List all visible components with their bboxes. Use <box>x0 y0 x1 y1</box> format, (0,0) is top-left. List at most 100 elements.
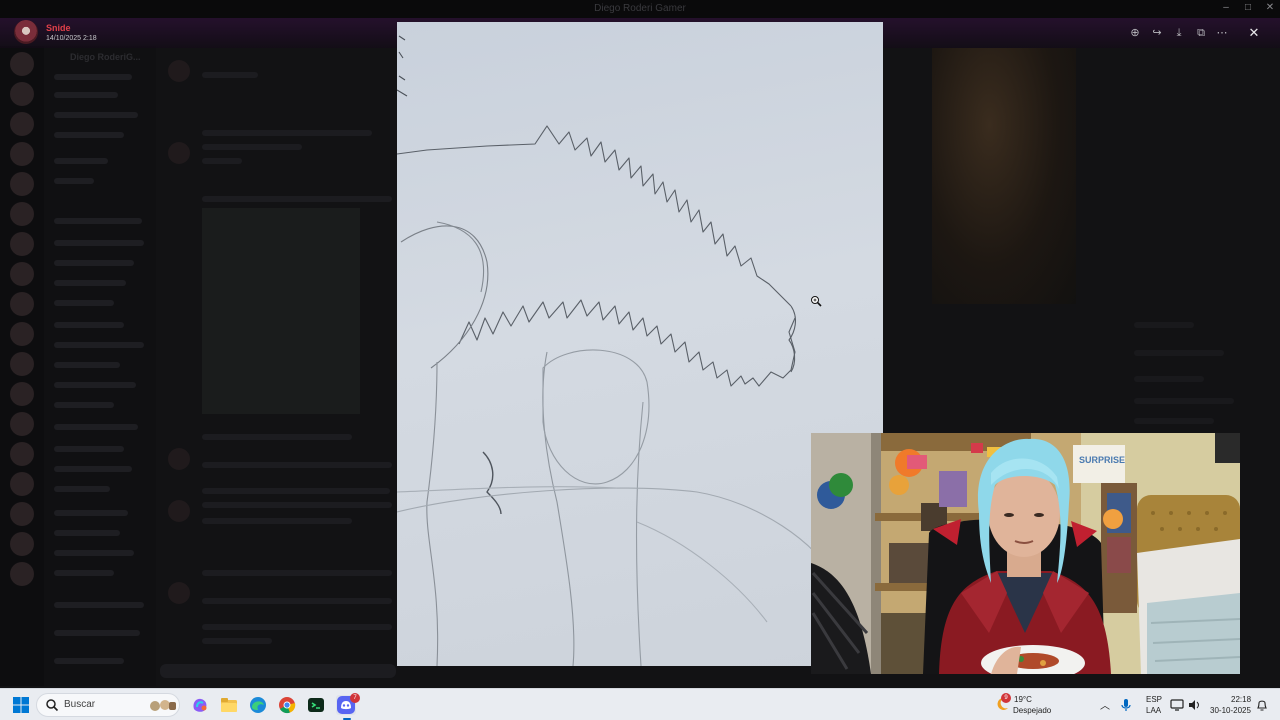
channel-item[interactable] <box>54 322 124 328</box>
terminal-icon[interactable] <box>306 695 326 715</box>
channel-item[interactable] <box>54 260 134 266</box>
open-external-icon[interactable]: ⧉ <box>1191 24 1211 42</box>
maximize-icon[interactable]: □ <box>1238 2 1258 16</box>
language-code[interactable]: ESP <box>1146 695 1162 704</box>
channel-item[interactable] <box>54 300 114 306</box>
file-explorer-icon[interactable] <box>219 695 239 715</box>
server-icon[interactable] <box>10 322 34 346</box>
clock-time[interactable]: 22:18 <box>1231 695 1251 704</box>
chat-message <box>202 598 392 604</box>
channel-item[interactable] <box>54 362 120 368</box>
server-rail <box>0 46 44 686</box>
search-placeholder: Buscar <box>64 699 96 710</box>
window-close-icon[interactable]: ✕ <box>1260 2 1280 16</box>
avatar[interactable] <box>168 142 190 164</box>
zoom-in-icon[interactable]: ⊕ <box>1125 24 1145 42</box>
svg-text:SURPRISE: SURPRISE <box>1079 455 1125 465</box>
member-item[interactable] <box>1134 418 1214 424</box>
weather-description[interactable]: Despejado <box>1013 706 1051 715</box>
download-icon[interactable]: ⤓ <box>1169 24 1189 42</box>
channel-item[interactable] <box>54 240 144 246</box>
channel-item[interactable] <box>54 218 142 224</box>
chat-message <box>202 518 352 524</box>
channel-item[interactable] <box>54 92 118 98</box>
close-icon[interactable]: ✕ <box>1244 23 1264 43</box>
server-icon[interactable] <box>10 202 34 226</box>
chat-message <box>202 570 392 576</box>
server-icon[interactable] <box>10 82 34 106</box>
chat-message <box>202 638 272 644</box>
more-icon[interactable]: ⋯ <box>1212 24 1232 42</box>
forward-icon[interactable]: ↪ <box>1147 24 1167 42</box>
minimize-icon[interactable]: – <box>1216 2 1236 16</box>
message-input[interactable] <box>160 664 396 678</box>
title-bar: Diego Roderi Gamer – □ ✕ <box>0 0 1280 18</box>
server-icon[interactable] <box>10 442 34 466</box>
member-item[interactable] <box>1134 350 1224 356</box>
server-icon[interactable] <box>10 172 34 196</box>
member-item[interactable] <box>1134 322 1194 328</box>
chat-message <box>202 130 372 136</box>
edge-icon[interactable] <box>248 695 268 715</box>
server-icon[interactable] <box>10 52 34 76</box>
keyboard-layout[interactable]: LAA <box>1146 706 1161 715</box>
search-highlight-icon <box>150 700 176 711</box>
server-icon[interactable] <box>10 262 34 286</box>
server-icon[interactable] <box>10 232 34 256</box>
window-title: Diego Roderi Gamer <box>594 3 686 14</box>
volume-icon[interactable] <box>1187 698 1201 712</box>
avatar[interactable] <box>168 582 190 604</box>
avatar[interactable] <box>14 20 38 44</box>
channel-item[interactable] <box>54 446 124 452</box>
server-icon[interactable] <box>10 412 34 436</box>
uploader-name[interactable]: Snide <box>46 23 71 33</box>
search-box[interactable]: Buscar <box>36 693 180 717</box>
server-icon[interactable] <box>10 112 34 136</box>
clock-date[interactable]: 30-10-2025 <box>1210 706 1251 715</box>
channel-item[interactable] <box>54 402 114 408</box>
taskbar: Buscar 7 9 19°C Despejado ︿ ESP LAA 22:1… <box>0 688 1280 720</box>
member-item[interactable] <box>1134 376 1204 382</box>
channel-list: Diego RoderiG... <box>44 46 156 686</box>
server-icon[interactable] <box>10 562 34 586</box>
channel-item[interactable] <box>54 280 126 286</box>
server-icon[interactable] <box>10 352 34 376</box>
avatar[interactable] <box>168 60 190 82</box>
server-icon[interactable] <box>10 532 34 556</box>
channel-item[interactable] <box>54 486 110 492</box>
channel-item[interactable] <box>54 550 134 556</box>
channel-item[interactable] <box>54 178 94 184</box>
start-icon[interactable] <box>11 695 31 715</box>
channel-item[interactable] <box>54 132 124 138</box>
channel-item[interactable] <box>54 342 144 348</box>
server-icon[interactable] <box>10 142 34 166</box>
channel-item[interactable] <box>54 466 132 472</box>
member-item[interactable] <box>1134 398 1234 404</box>
server-icon[interactable] <box>10 292 34 316</box>
chrome-icon[interactable] <box>277 695 297 715</box>
server-icon[interactable] <box>10 472 34 496</box>
server-icon[interactable] <box>10 382 34 406</box>
channel-item[interactable] <box>54 510 128 516</box>
channel-item[interactable] <box>54 112 138 118</box>
microphone-icon[interactable] <box>1120 698 1132 712</box>
notification-bell-icon[interactable] <box>1256 698 1268 712</box>
user-status[interactable] <box>54 658 124 664</box>
channel-item[interactable] <box>54 158 108 164</box>
channel-item[interactable] <box>54 530 120 536</box>
avatar[interactable] <box>168 500 190 522</box>
attachment-thumbnail[interactable] <box>202 208 360 414</box>
chat-message <box>202 488 390 494</box>
channel-item[interactable] <box>54 382 136 388</box>
user-panel[interactable] <box>54 602 144 608</box>
channel-item[interactable] <box>54 424 138 430</box>
network-icon[interactable] <box>1170 698 1184 712</box>
weather-temperature[interactable]: 19°C <box>1014 695 1032 704</box>
avatar[interactable] <box>168 448 190 470</box>
channel-item[interactable] <box>54 570 114 576</box>
copilot-icon[interactable] <box>190 695 210 715</box>
chevron-up-icon[interactable]: ︿ <box>1100 697 1110 712</box>
server-icon[interactable] <box>10 502 34 526</box>
voice-panel[interactable] <box>54 630 140 636</box>
channel-item[interactable] <box>54 74 132 80</box>
